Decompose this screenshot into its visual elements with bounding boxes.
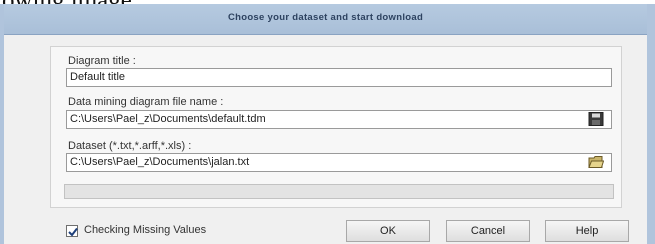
dm-file-input[interactable]: C:\Users\Pael_z\Documents\default.tdm xyxy=(66,110,612,129)
cancel-button[interactable]: Cancel xyxy=(446,220,530,242)
window-frame-right xyxy=(647,4,655,244)
checkmark-icon xyxy=(68,227,78,237)
diagram-title-label: Diagram title : xyxy=(68,55,136,67)
help-button[interactable]: Help xyxy=(545,220,629,242)
open-folder-icon[interactable] xyxy=(588,155,605,169)
dataset-label: Dataset (*.txt,*.arff,*.xls) : xyxy=(68,140,192,152)
dialog-title: Choose your dataset and start download xyxy=(227,12,424,23)
checking-missing-label[interactable]: Checking Missing Values xyxy=(84,224,206,236)
dialog-titlebar[interactable]: Choose your dataset and start download xyxy=(4,4,647,35)
window-frame-left xyxy=(0,4,4,244)
checking-missing-checkbox[interactable] xyxy=(66,225,78,237)
ok-button[interactable]: OK xyxy=(346,220,430,242)
save-disk-icon[interactable] xyxy=(588,112,604,126)
diagram-title-input[interactable]: Default title xyxy=(66,68,612,87)
dialog-window: Choose your dataset and start download D… xyxy=(0,4,655,244)
download-progress-bar xyxy=(64,184,614,199)
dm-file-label: Data mining diagram file name : xyxy=(68,96,224,108)
dataset-input[interactable]: C:\Users\Pael_z\Documents\jalan.txt xyxy=(66,153,612,172)
